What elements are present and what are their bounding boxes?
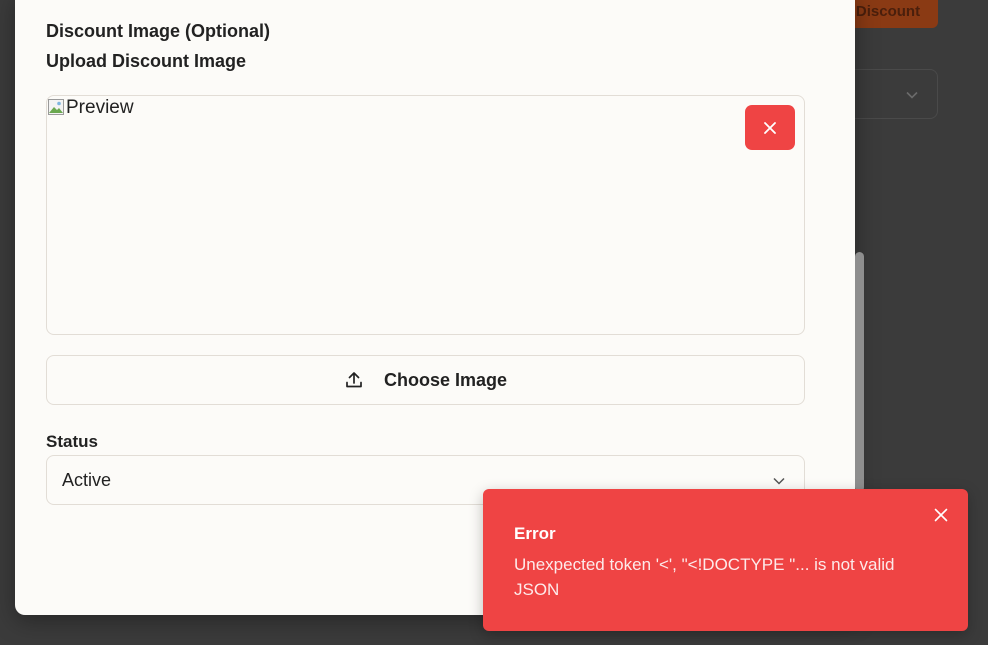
toast-message: Unexpected token '<', "<!DOCTYPE "... is…: [514, 555, 895, 599]
status-selected-value: Active: [62, 469, 112, 490]
upload-discount-image-label: Upload Discount Image: [46, 51, 247, 71]
error-toast: Error Unexpected token '<', "<!DOCTYPE "…: [483, 489, 968, 631]
modal-scrollbar-thumb[interactable]: [855, 252, 864, 492]
choose-image-label: Choose Image: [383, 369, 508, 390]
preview-alt-text: Preview: [66, 97, 134, 118]
broken-image-icon: [48, 99, 64, 115]
toast-title: Error: [514, 524, 556, 543]
choose-image-button[interactable]: Choose Image: [46, 355, 805, 405]
chevron-down-icon: [773, 477, 785, 485]
close-icon: [934, 508, 948, 522]
close-icon: [764, 121, 776, 134]
toast-close-button[interactable]: [932, 506, 950, 524]
image-preview-box: Preview: [46, 95, 805, 335]
background-button-label: Discount: [855, 2, 921, 20]
remove-image-button[interactable]: [745, 105, 795, 150]
upload-icon: [344, 370, 364, 390]
status-label: Status: [46, 432, 98, 451]
preview-image: Preview: [48, 97, 134, 119]
chevron-down-icon: [906, 91, 918, 99]
discount-image-section-title: Discount Image (Optional): [46, 21, 271, 41]
